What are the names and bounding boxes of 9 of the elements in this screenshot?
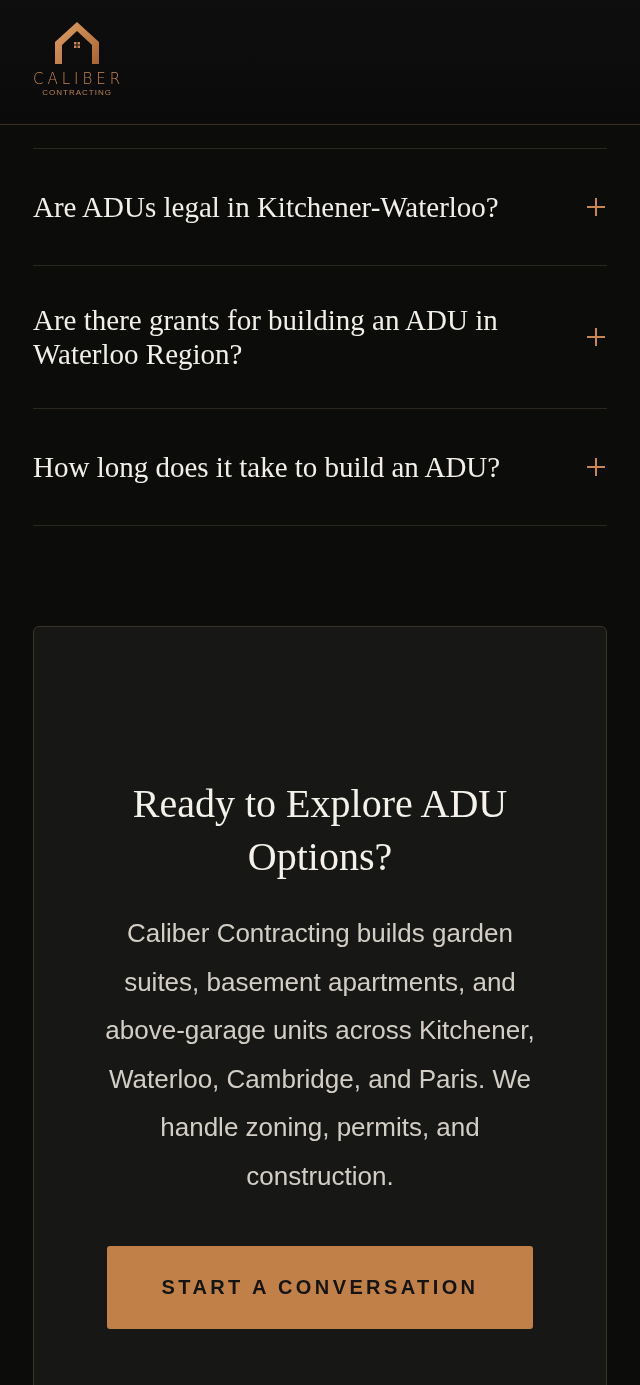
logo-tagline: CONTRACTING [42,88,112,97]
logo-wordmark: CALIBER [33,71,125,87]
faq-question[interactable]: How long does it take to build an ADU? [33,409,607,526]
faq-question[interactable]: Are there grants for building an ADU in Waterloo Region? [33,266,607,409]
faq-question[interactable]: Are ADUs legal in Kitchener-Waterloo? [33,149,607,266]
cta-heading: Ready to Explore ADU Options? [131,780,509,881]
house-icon [54,22,99,64]
start-conversation-button[interactable]: START A CONVERSATION [107,1245,533,1329]
cta-description: Caliber Contracting builds garden suites, basement apartments, and above-garage units across Kitchener, Waterloo, Cambridge, and Paris. We handle zoning, permits, and construction. [104,917,536,1193]
